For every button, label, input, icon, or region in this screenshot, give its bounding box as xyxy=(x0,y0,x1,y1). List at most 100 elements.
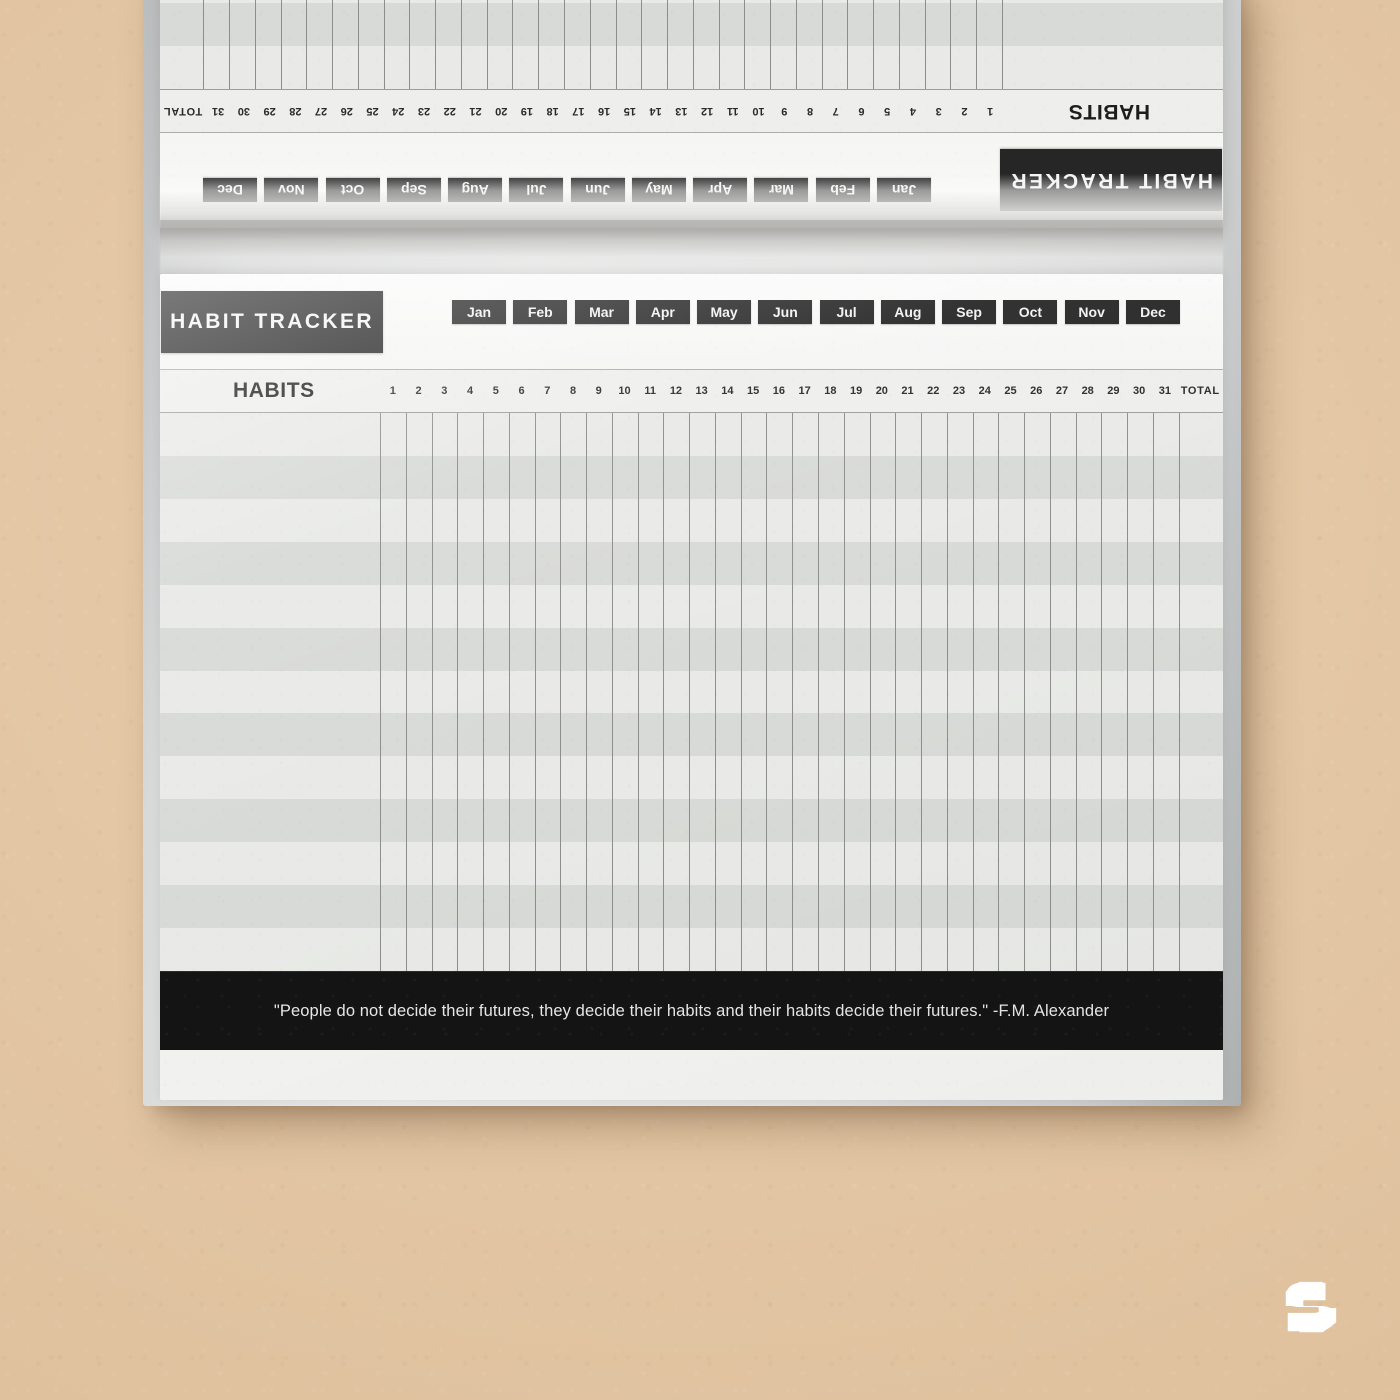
day-column-11[interactable] xyxy=(637,413,664,971)
day-column-17[interactable] xyxy=(792,413,818,971)
day-column-27[interactable] xyxy=(1049,413,1076,971)
footer-quote-bar: "People do not decide their futures, the… xyxy=(160,971,1223,1050)
day-column-16[interactable] xyxy=(766,413,792,971)
day-column-2-flipped[interactable] xyxy=(951,0,978,89)
day-column-10-flipped[interactable] xyxy=(745,0,772,89)
day-column-28-flipped[interactable] xyxy=(281,0,308,89)
month-chip-aug[interactable]: Aug xyxy=(880,300,935,324)
day-column-7-flipped[interactable] xyxy=(822,0,849,89)
day-column-21-flipped[interactable] xyxy=(461,0,488,89)
day-column-25[interactable] xyxy=(998,413,1024,971)
day-header-9: 9 xyxy=(595,385,602,397)
day-column-1[interactable] xyxy=(380,413,406,971)
day-column-6[interactable] xyxy=(508,413,535,971)
day-column-17-flipped[interactable] xyxy=(564,0,591,89)
day-column-23-flipped[interactable] xyxy=(410,0,437,89)
flipped-sheet-rotated-content: HABIT TRACKER Jan Feb Mar Apr May Jun Ju… xyxy=(160,0,1223,228)
day-column-3-flipped[interactable] xyxy=(925,0,952,89)
month-chip-may[interactable]: May xyxy=(697,300,752,324)
day-column-24-flipped[interactable] xyxy=(384,0,411,89)
day-column-26-flipped[interactable] xyxy=(333,0,359,89)
day-column-28[interactable] xyxy=(1075,413,1102,971)
month-chip-feb-flipped[interactable]: Feb xyxy=(815,178,870,202)
day-column-9[interactable] xyxy=(586,413,612,971)
month-chip-aug-flipped[interactable]: Aug xyxy=(448,178,503,202)
day-column-10[interactable] xyxy=(611,413,638,971)
day-column-14-flipped[interactable] xyxy=(642,0,669,89)
day-column-22-flipped[interactable] xyxy=(436,0,462,89)
day-column-27-flipped[interactable] xyxy=(307,0,334,89)
month-chip-oct[interactable]: Oct xyxy=(1003,300,1058,324)
total-column-header: TOTAL xyxy=(1180,385,1220,397)
day-column-5[interactable] xyxy=(483,413,509,971)
day-column-18-flipped[interactable] xyxy=(539,0,565,89)
day-column-30-flipped[interactable] xyxy=(230,0,256,89)
day-column-4-flipped[interactable] xyxy=(899,0,926,89)
day-column-29[interactable] xyxy=(1101,413,1127,971)
day-column-19[interactable] xyxy=(843,413,870,971)
total-column[interactable] xyxy=(1178,413,1223,971)
month-chip-dec-flipped[interactable]: Dec xyxy=(203,178,258,202)
day-column-31-flipped[interactable] xyxy=(204,0,231,89)
month-chip-jan[interactable]: Jan xyxy=(452,300,506,324)
day-column-30[interactable] xyxy=(1127,413,1153,971)
flipped-top-sheet[interactable]: HABIT TRACKER Jan Feb Mar Apr May Jun Ju… xyxy=(160,0,1223,228)
day-column-12[interactable] xyxy=(663,413,689,971)
day-column-4[interactable] xyxy=(457,413,483,971)
day-column-3[interactable] xyxy=(431,413,458,971)
day-column-23[interactable] xyxy=(946,413,973,971)
total-column-flipped[interactable] xyxy=(160,0,205,89)
day-column-2[interactable] xyxy=(405,413,432,971)
day-column-26[interactable] xyxy=(1024,413,1050,971)
day-column-8[interactable] xyxy=(560,413,586,971)
month-chip-may-flipped[interactable]: May xyxy=(631,178,686,202)
day-column-16-flipped[interactable] xyxy=(590,0,617,89)
day-column-11-flipped[interactable] xyxy=(719,0,746,89)
month-chip-jul[interactable]: Jul xyxy=(819,300,874,324)
day-column-24[interactable] xyxy=(972,413,999,971)
day-column-25-flipped[interactable] xyxy=(358,0,385,89)
day-column-21[interactable] xyxy=(895,413,921,971)
day-column-31[interactable] xyxy=(1152,413,1179,971)
day-column-12-flipped[interactable] xyxy=(693,0,720,89)
month-chip-jan-flipped[interactable]: Jan xyxy=(877,178,931,202)
month-chip-mar[interactable]: Mar xyxy=(574,300,629,324)
day-column-5-flipped[interactable] xyxy=(874,0,900,89)
day-column-7[interactable] xyxy=(534,413,561,971)
day-column-13[interactable] xyxy=(689,413,715,971)
month-chip-sep[interactable]: Sep xyxy=(942,300,997,324)
main-sheet[interactable]: HABIT TRACKER Jan Feb Mar Apr May Jun Ju… xyxy=(160,274,1223,1100)
day-header-7-flipped: 7 xyxy=(832,105,839,117)
month-chip-mar-flipped[interactable]: Mar xyxy=(754,178,809,202)
day-header-5-flipped: 5 xyxy=(884,105,891,117)
page-title: HABIT TRACKER xyxy=(170,310,374,333)
month-chip-feb[interactable]: Feb xyxy=(513,300,568,324)
column-header-row-flipped: HABITS 1 2 3 4 5 6 7 8 9 10 11 12 13 14 15 16 17 18 19 20 21… xyxy=(160,89,1223,133)
month-chip-sep-flipped[interactable]: Sep xyxy=(386,178,441,202)
month-chip-oct-flipped[interactable]: Oct xyxy=(325,178,380,202)
month-chip-nov[interactable]: Nov xyxy=(1064,300,1119,324)
month-chip-apr-flipped[interactable]: Apr xyxy=(693,178,748,202)
day-column-15-flipped[interactable] xyxy=(616,0,643,89)
day-column-6-flipped[interactable] xyxy=(848,0,875,89)
day-column-14[interactable] xyxy=(714,413,741,971)
month-chip-jul-flipped[interactable]: Jul xyxy=(509,178,564,202)
day-column-20-flipped[interactable] xyxy=(487,0,514,89)
day-column-29-flipped[interactable] xyxy=(255,0,282,89)
day-column-13-flipped[interactable] xyxy=(668,0,694,89)
month-chip-jun[interactable]: Jun xyxy=(758,300,813,324)
day-column-22[interactable] xyxy=(921,413,947,971)
day-column-15[interactable] xyxy=(740,413,767,971)
habit-grid-body[interactable] xyxy=(160,413,1223,971)
month-chip-apr[interactable]: Apr xyxy=(635,300,690,324)
day-column-1-flipped[interactable] xyxy=(977,0,1003,89)
day-column-19-flipped[interactable] xyxy=(513,0,540,89)
day-column-8-flipped[interactable] xyxy=(796,0,823,89)
month-chip-nov-flipped[interactable]: Nov xyxy=(264,178,319,202)
day-header-3: 3 xyxy=(441,385,448,397)
month-chip-dec[interactable]: Dec xyxy=(1125,300,1180,324)
day-column-9-flipped[interactable] xyxy=(771,0,797,89)
month-chip-jun-flipped[interactable]: Jun xyxy=(570,178,625,202)
day-column-20[interactable] xyxy=(869,413,896,971)
day-column-18[interactable] xyxy=(818,413,844,971)
